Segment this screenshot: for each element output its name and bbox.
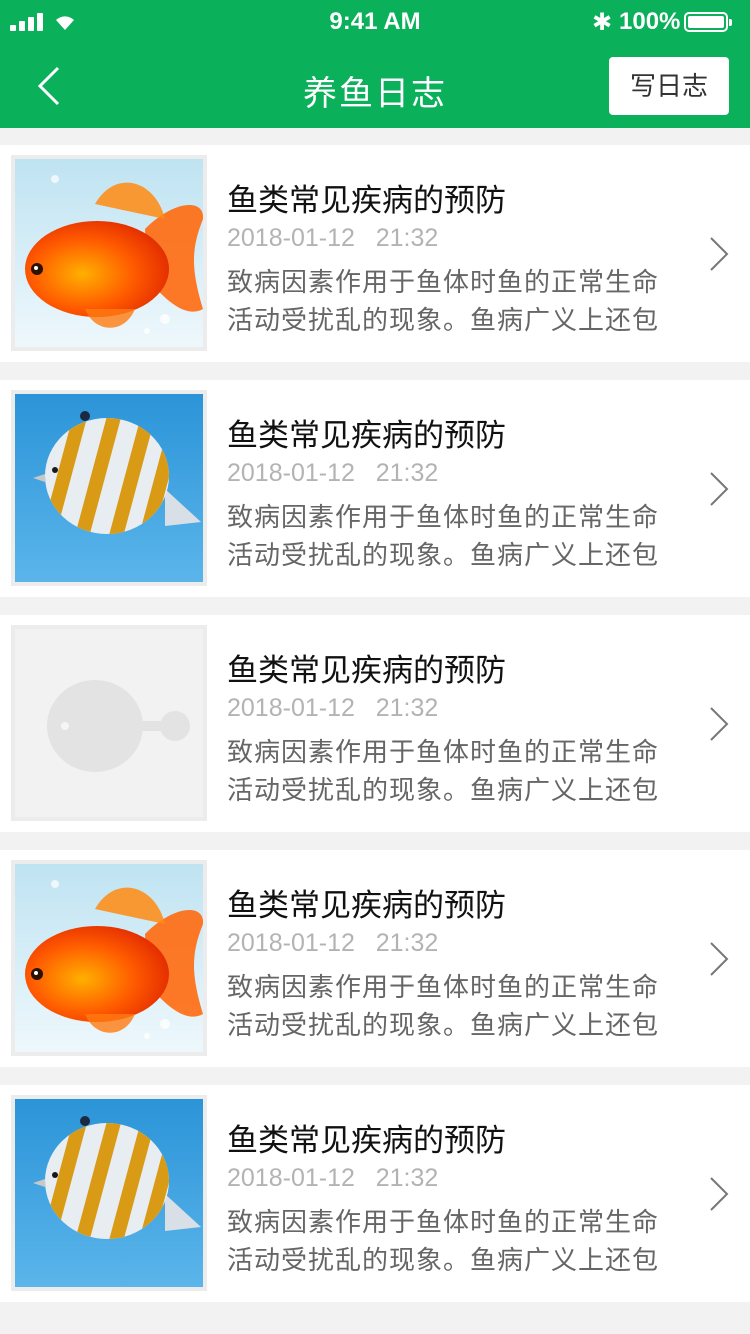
list-item[interactable]: 鱼类常见疾病的预防 2018-01-12 21:32 致病因素作用于鱼体时鱼的正常生…: [0, 380, 750, 597]
article-list: 鱼类常见疾病的预防 2018-01-12 21:32 致病因素作用于鱼体时鱼的正常生…: [0, 145, 750, 1320]
chevron-right-icon: [710, 707, 729, 741]
bluetooth-icon: ✱: [592, 9, 613, 36]
article-date: 2018-01-12 21:32: [227, 459, 439, 487]
goldfish-image: [15, 159, 203, 347]
article-date: 2018-01-12 21:32: [227, 1164, 439, 1192]
list-item[interactable]: 鱼类常见疾病的预防 2018-01-12 21:32 致病因素作用于鱼体时鱼的正常生…: [0, 850, 750, 1067]
article-summary: 致病因素作用于鱼体时鱼的正常生命活动受扰乱的现象。鱼病广义上还包: [227, 502, 660, 570]
article-title: 鱼类常见疾病的预防: [227, 653, 506, 688]
chevron-right-icon: [710, 1177, 729, 1211]
article-summary: 致病因素作用于鱼体时鱼的正常生命活动受扰乱的现象。鱼病广义上还包: [227, 267, 660, 335]
write-log-button[interactable]: 写日志: [609, 57, 729, 115]
nav-header: 9:41 AM ✱ 100% 养鱼日志 写日志: [0, 0, 750, 128]
article-title: 鱼类常见疾病的预防: [227, 183, 506, 218]
status-bar: 9:41 AM ✱ 100%: [0, 0, 750, 44]
article-date: 2018-01-12 21:32: [227, 694, 439, 722]
article-title: 鱼类常见疾病的预防: [227, 1123, 506, 1158]
battery-percent: 100%: [619, 8, 681, 35]
article-thumbnail: [11, 155, 207, 351]
list-item[interactable]: 鱼类常见疾病的预防 2018-01-12 21:32 致病因素作用于鱼体时鱼的正常生…: [0, 145, 750, 362]
article-summary: 致病因素作用于鱼体时鱼的正常生命活动受扰乱的现象。鱼病广义上还包: [227, 972, 660, 1040]
chevron-right-icon: [710, 472, 729, 506]
article-thumbnail: [11, 390, 207, 586]
butterflyfish-image: [15, 394, 203, 582]
article-thumbnail: [11, 860, 207, 1056]
fish-placeholder-icon: [15, 629, 203, 817]
article-date: 2018-01-12 21:32: [227, 929, 439, 957]
article-thumbnail: [11, 1095, 207, 1291]
article-title: 鱼类常见疾病的预防: [227, 418, 506, 453]
article-summary: 致病因素作用于鱼体时鱼的正常生命活动受扰乱的现象。鱼病广义上还包: [227, 1207, 660, 1275]
butterflyfish-image: [15, 1099, 203, 1287]
chevron-right-icon: [710, 237, 729, 271]
battery-icon: [684, 12, 732, 32]
article-date: 2018-01-12 21:32: [227, 224, 439, 252]
article-title: 鱼类常见疾病的预防: [227, 888, 506, 923]
list-item[interactable]: 鱼类常见疾病的预防 2018-01-12 21:32 致病因素作用于鱼体时鱼的正常生…: [0, 615, 750, 832]
chevron-right-icon: [710, 942, 729, 976]
list-item[interactable]: 鱼类常见疾病的预防 2018-01-12 21:32 致病因素作用于鱼体时鱼的正常生…: [0, 1085, 750, 1302]
goldfish-image: [15, 864, 203, 1052]
article-summary: 致病因素作用于鱼体时鱼的正常生命活动受扰乱的现象。鱼病广义上还包: [227, 737, 660, 805]
article-thumbnail: [11, 625, 207, 821]
